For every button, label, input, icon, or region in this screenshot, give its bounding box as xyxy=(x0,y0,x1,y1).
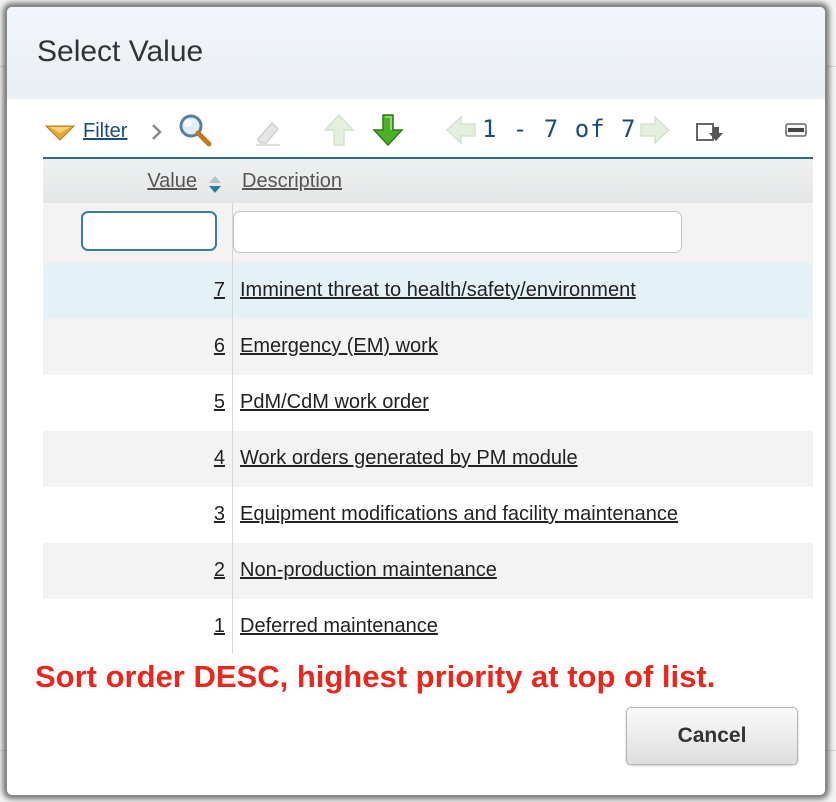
filter-row xyxy=(43,203,813,263)
cancel-button[interactable]: Cancel xyxy=(626,707,798,765)
sort-icon[interactable] xyxy=(207,175,223,200)
select-value-dialog: Select Value Filter 1 - 7 of 7 Value Des… xyxy=(6,6,826,796)
row-description[interactable]: Work orders generated by PM module xyxy=(240,447,578,470)
download-icon[interactable] xyxy=(695,121,725,150)
chevron-right-icon[interactable] xyxy=(150,123,164,146)
arrow-down-icon[interactable] xyxy=(372,113,404,152)
row-description[interactable]: Emergency (EM) work xyxy=(240,335,438,358)
column-divider xyxy=(232,203,233,653)
collapse-icon[interactable] xyxy=(785,122,807,143)
row-value[interactable]: 6 xyxy=(214,335,225,358)
row-description[interactable]: Non-production maintenance xyxy=(240,559,497,582)
row-value[interactable]: 7 xyxy=(214,279,225,302)
row-value[interactable]: 2 xyxy=(214,559,225,582)
table-row[interactable]: 2 Non-production maintenance xyxy=(43,543,813,600)
toolbar: Filter 1 - 7 of 7 xyxy=(7,107,825,155)
dialog-title-bar: Select Value xyxy=(7,7,825,99)
value-filter-input[interactable] xyxy=(81,211,217,251)
filter-icon[interactable] xyxy=(44,123,76,148)
table-row[interactable]: 1 Deferred maintenance xyxy=(43,599,813,655)
table-row[interactable]: 7 Imminent threat to health/safety/envir… xyxy=(43,263,813,320)
row-description[interactable]: Equipment modifications and facility mai… xyxy=(240,503,678,526)
description-filter-input[interactable] xyxy=(233,211,682,253)
clear-filter-icon[interactable] xyxy=(252,115,284,152)
column-header-value[interactable]: Value xyxy=(147,170,197,193)
table-row[interactable]: 4 Work orders generated by PM module xyxy=(43,431,813,488)
previous-page-icon[interactable] xyxy=(445,115,477,150)
annotation-note: Sort order DESC, highest priority at top… xyxy=(35,659,716,694)
next-page-icon[interactable] xyxy=(639,115,671,150)
table-row[interactable]: 6 Emergency (EM) work xyxy=(43,319,813,376)
column-header-description[interactable]: Description xyxy=(242,170,342,193)
table-row[interactable]: 3 Equipment modifications and facility m… xyxy=(43,487,813,544)
row-value[interactable]: 5 xyxy=(214,391,225,414)
filter-link[interactable]: Filter xyxy=(83,120,127,143)
arrow-up-icon[interactable] xyxy=(323,113,355,152)
paging-info: 1 - 7 of 7 xyxy=(482,115,637,143)
row-description[interactable]: PdM/CdM work order xyxy=(240,391,429,414)
row-description[interactable]: Imminent threat to health/safety/environ… xyxy=(240,279,636,302)
search-icon[interactable] xyxy=(177,112,213,153)
row-value[interactable]: 3 xyxy=(214,503,225,526)
dialog-title: Select Value xyxy=(37,35,204,68)
lookup-table: Value Description 7 Imminent threat to h… xyxy=(43,157,813,655)
table-row[interactable]: 5 PdM/CdM work order xyxy=(43,375,813,432)
row-description[interactable]: Deferred maintenance xyxy=(240,615,438,638)
row-value[interactable]: 1 xyxy=(214,615,225,638)
table-header: Value Description xyxy=(43,159,813,204)
row-value[interactable]: 4 xyxy=(214,447,225,470)
